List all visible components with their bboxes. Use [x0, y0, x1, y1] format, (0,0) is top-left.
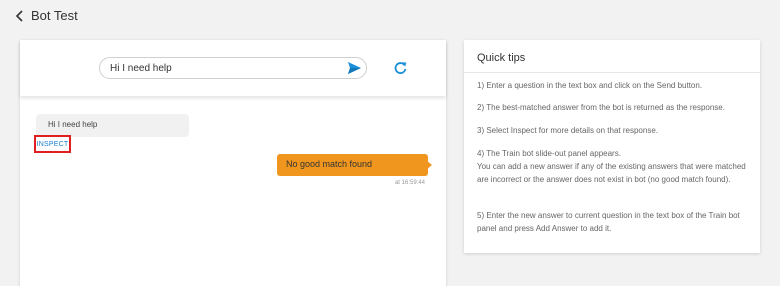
chevron-left-icon[interactable]	[14, 9, 26, 23]
inspect-link[interactable]: INSPECT	[34, 135, 71, 153]
quick-tips-panel: Quick tips 1) Enter a question in the te…	[464, 40, 760, 253]
tip-item: 1) Enter a question in the text box and …	[477, 81, 703, 90]
refresh-icon[interactable]	[394, 61, 407, 74]
user-message: Hi I need help	[36, 114, 189, 137]
bot-test-panel: Hi I need help INSPECT No good match fou…	[20, 40, 446, 286]
top-bar: Bot Test	[0, 0, 780, 34]
bot-response-message: No good match found	[277, 154, 428, 176]
tips-title: Quick tips	[477, 52, 526, 64]
message-timestamp: at 16:59:44	[394, 180, 425, 186]
tip-item: You can add a new answer if any of the e…	[477, 162, 746, 184]
divider	[464, 72, 760, 73]
tip-item: 2) The best-matched answer from the bot …	[477, 103, 725, 112]
chat-input-bar	[20, 40, 446, 96]
tip-item: 5) Enter the new answer to current quest…	[477, 211, 740, 233]
chat-input-container	[99, 57, 367, 79]
bot-bubble-tail	[426, 160, 432, 170]
tip-item: 3) Select Inspect for more details on th…	[477, 126, 658, 135]
page-title: Bot Test	[31, 8, 78, 23]
chat-input[interactable]	[110, 58, 330, 78]
tip-item: 4) The Train bot slide-out panel appears…	[477, 149, 621, 158]
send-icon[interactable]	[347, 61, 362, 75]
chat-history: Hi I need help INSPECT No good match fou…	[20, 98, 446, 286]
